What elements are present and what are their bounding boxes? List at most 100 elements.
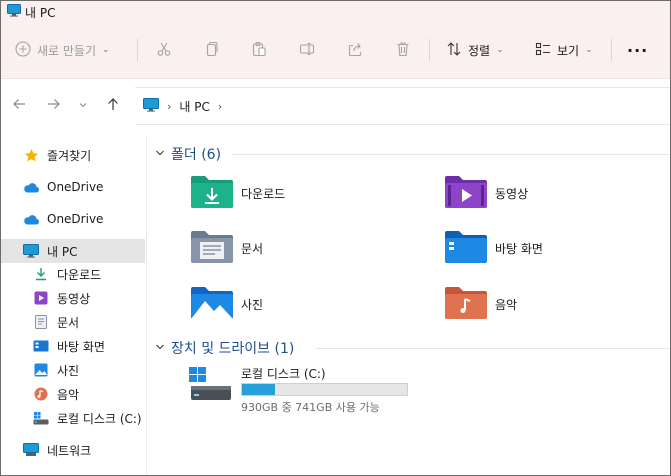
back-button[interactable] (7, 95, 31, 117)
folder-tile-videos[interactable]: 동영상 (443, 171, 528, 215)
pictures-icon (33, 362, 49, 378)
rename-icon (299, 41, 315, 60)
folder-tile-documents[interactable]: 문서 (189, 226, 263, 270)
sidebar-item-downloads[interactable]: 다운로드 (1, 262, 145, 286)
drive-icon (33, 410, 49, 426)
view-button-label: 보기 (557, 43, 580, 58)
sort-button-label: 정렬 (468, 43, 491, 58)
chevron-down-icon (155, 342, 165, 355)
video-folder-icon (443, 174, 489, 213)
sidebar-item-label: 동영상 (57, 291, 91, 306)
chevron-down-icon (78, 98, 88, 114)
drive-icon (189, 367, 233, 406)
sidebar-item-onedrive[interactable]: OneDrive (1, 175, 145, 199)
paste-button[interactable] (251, 21, 267, 79)
sidebar-item-quick-access[interactable]: 즐겨찾기 (1, 143, 145, 167)
group-divider (231, 154, 670, 155)
folder-tile-label: 다운로드 (241, 186, 286, 201)
new-button-label: 새로 만들기 (37, 43, 97, 58)
title-bar: 내 PC (1, 1, 670, 21)
group-header-devices[interactable]: 장치 및 드라이브 (1) (155, 337, 294, 359)
explorer-window: 내 PC 새로 만들기 ⌄ 정렬 ⌄ 보기 ⌄ ··· › 내 PC › 즐겨찾… (0, 0, 671, 476)
sort-button[interactable]: 정렬 ⌄ (446, 21, 504, 79)
scissors-icon (156, 41, 172, 60)
folder-tile-pictures[interactable]: 사진 (189, 282, 263, 326)
delete-button[interactable] (395, 21, 411, 79)
folder-tile-desktop[interactable]: 바탕 화면 (443, 226, 543, 270)
sidebar-item-label: 내 PC (47, 244, 78, 259)
sidebar-item-local-disk[interactable]: 로컬 디스크 (C:) (1, 406, 145, 430)
more-options-label: ··· (627, 40, 649, 60)
clipboard-icon (251, 41, 267, 60)
sidebar-item-label: 즐겨찾기 (47, 148, 92, 163)
folder-tile-label: 음악 (495, 297, 518, 312)
drive-usage-bar (241, 383, 408, 396)
breadcrumb-this-pc[interactable]: 내 PC (179, 98, 209, 115)
rename-button[interactable] (299, 21, 315, 79)
folder-tile-label: 바탕 화면 (495, 241, 543, 256)
sort-arrows-icon (446, 41, 462, 60)
document-icon (33, 314, 49, 330)
share-button[interactable] (347, 21, 363, 79)
window-title: 내 PC (25, 6, 56, 20)
sidebar-item-music[interactable]: 음악 (1, 382, 145, 406)
group-header-folders[interactable]: 폴더 (6) (155, 143, 221, 165)
sidebar-item-this-pc[interactable]: 내 PC (1, 239, 145, 263)
folder-tile-label: 문서 (241, 241, 264, 256)
sidebar-item-label: OneDrive (47, 212, 104, 226)
drive-capacity-text: 930GB 중 741GB 사용 가능 (241, 401, 380, 414)
drive-usage-fill (242, 384, 275, 395)
sidebar-item-network[interactable]: 네트워크 (1, 438, 145, 462)
chevron-down-icon: ⌄ (102, 45, 110, 55)
arrow-right-icon (47, 97, 61, 115)
folder-tile-label: 동영상 (495, 186, 529, 201)
trash-icon (395, 41, 411, 60)
sidebar-item-label: 바탕 화면 (57, 339, 105, 354)
sidebar-item-videos[interactable]: 동영상 (1, 286, 145, 310)
video-icon (33, 290, 49, 306)
plus-circle-icon (15, 40, 31, 60)
divider (137, 39, 138, 61)
copy-button[interactable] (203, 21, 219, 79)
star-icon (23, 147, 39, 163)
chevron-down-icon: ⌄ (585, 45, 593, 55)
sidebar-item-label: 사진 (57, 363, 80, 378)
recent-locations-button[interactable] (73, 95, 93, 117)
copy-icon (203, 41, 219, 60)
sidebar-item-label: 다운로드 (57, 267, 102, 282)
group-divider (315, 348, 670, 349)
group-header-label: 폴더 (6) (171, 147, 222, 163)
view-layout-icon (535, 41, 551, 60)
navigation-bar: › 내 PC › (1, 79, 670, 135)
breadcrumb-chevron-icon[interactable]: › (218, 100, 222, 113)
address-bar[interactable]: › 내 PC › (135, 87, 670, 125)
divider (429, 39, 430, 61)
arrow-left-icon (12, 97, 26, 115)
this-pc-icon (23, 243, 39, 259)
sidebar-item-desktop[interactable]: 바탕 화면 (1, 334, 145, 358)
cut-button[interactable] (156, 21, 172, 79)
forward-button[interactable] (42, 95, 66, 117)
share-icon (347, 41, 363, 60)
group-header-label: 장치 및 드라이브 (1) (171, 341, 295, 357)
view-button[interactable]: 보기 ⌄ (535, 21, 593, 79)
sidebar-item-documents[interactable]: 문서 (1, 310, 145, 334)
music-folder-icon (443, 285, 489, 324)
download-icon (33, 266, 49, 282)
drive-tile-c[interactable]: 로컬 디스크 (C:) 930GB 중 741GB 사용 가능 (189, 363, 489, 415)
sidebar-item-onedrive[interactable]: OneDrive (1, 207, 145, 231)
pictures-folder-icon (189, 285, 235, 324)
sidebar-item-pictures[interactable]: 사진 (1, 358, 145, 382)
sidebar-item-label: 문서 (57, 315, 80, 330)
more-options-button[interactable]: ··· (627, 21, 648, 79)
sidebar-item-label: OneDrive (47, 180, 104, 194)
new-button[interactable]: 새로 만들기 ⌄ (15, 21, 110, 79)
arrow-up-icon (106, 97, 120, 115)
chevron-down-icon (155, 148, 165, 161)
folder-tile-downloads[interactable]: 다운로드 (189, 171, 285, 215)
folder-tile-music[interactable]: 음악 (443, 282, 517, 326)
up-button[interactable] (101, 95, 125, 117)
chevron-down-icon: ⌄ (496, 45, 504, 55)
this-pc-icon (143, 97, 159, 115)
desktop-icon (33, 338, 49, 354)
